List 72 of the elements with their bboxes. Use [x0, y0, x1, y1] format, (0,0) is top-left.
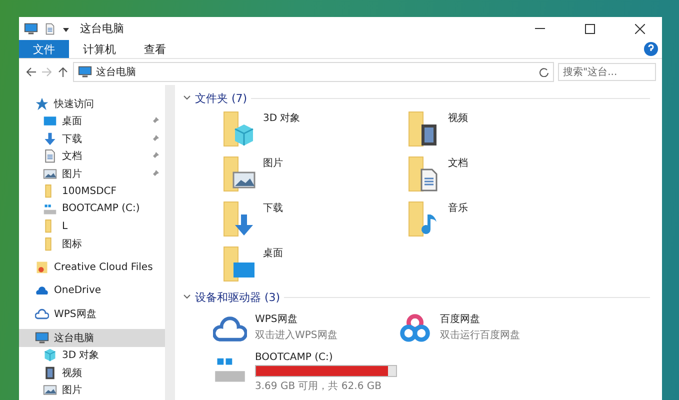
section-title[interactable]: 设备和驱动器 (3) [195, 290, 280, 304]
maximize-icon [585, 24, 595, 34]
device-description: 双击运行百度网盘 [440, 328, 520, 342]
pin-icon [151, 170, 159, 178]
document-icon [43, 149, 57, 164]
back-arrow-icon [25, 66, 37, 78]
desktop-icon [43, 114, 57, 128]
folder-icon [223, 111, 239, 147]
nav-item[interactable]: 3D 对象 [19, 346, 165, 364]
nav-item[interactable]: 视频 [19, 364, 165, 382]
folder-icon [408, 201, 424, 237]
nav-item[interactable]: 图片 [19, 382, 165, 399]
folder-name[interactable]: 下载 [263, 201, 283, 215]
device-description: 双击进入WPS网盘 [255, 328, 338, 342]
cube-icon [232, 123, 256, 147]
nav-item[interactable]: 快速访问 [19, 95, 165, 112]
cloud-icon [35, 307, 49, 322]
nav-item[interactable]: 下载 [19, 130, 165, 148]
device-name[interactable]: WPS网盘 [255, 312, 338, 326]
folder-name[interactable]: 视频 [448, 111, 468, 125]
close-icon [635, 24, 645, 34]
pin-icon [151, 117, 159, 126]
up-arrow-icon [57, 66, 69, 78]
device-name[interactable]: BOOTCAMP (C:) [255, 352, 397, 363]
nav-item[interactable]: OneDrive [19, 282, 165, 300]
folder-name[interactable]: 文档 [448, 156, 468, 170]
device-name[interactable]: 百度网盘 [440, 312, 520, 326]
pin-icon [151, 152, 159, 160]
device-description: 3.69 GB 可用，共 62.6 GB [255, 380, 382, 393]
folder-name[interactable]: 3D 对象 [263, 111, 300, 125]
folder-icon [408, 111, 424, 147]
nav-item[interactable]: 图片 [19, 165, 165, 182]
nav-item[interactable]: 桌面 [19, 112, 165, 130]
address-bar[interactable]: 这台电脑 [73, 62, 554, 82]
nav-item[interactable]: WPS网盘 [19, 306, 165, 323]
film-icon [43, 366, 57, 380]
nav-item[interactable]: 这台电脑 [19, 329, 165, 346]
forward-arrow-icon [41, 66, 53, 78]
nav-item[interactable]: BOOTCAMP (C:) [19, 200, 165, 218]
search-field[interactable]: 搜索"这台... [558, 63, 656, 81]
picture-icon [43, 383, 57, 398]
nav-item[interactable]: L [19, 218, 165, 235]
star-icon [35, 96, 49, 111]
folder-icon [408, 156, 424, 192]
ribbon-tab[interactable]: 查看 [130, 40, 180, 58]
section-title[interactable]: 文件夹 (7) [195, 90, 248, 106]
scrollbar[interactable] [165, 85, 175, 400]
computer-icon [35, 330, 49, 345]
cloud-folder-icon [35, 260, 49, 274]
window-title: 这台电脑 [80, 21, 125, 36]
nav-item[interactable]: 图标 [19, 235, 165, 252]
ribbon-tab[interactable]: 计算机 [69, 40, 130, 58]
nav-item[interactable]: 100MSDCF [19, 182, 165, 200]
cube-icon [43, 348, 57, 362]
help-icon [644, 42, 658, 56]
refresh-icon [539, 67, 549, 77]
download-icon [43, 132, 57, 146]
folder-name[interactable]: 音乐 [448, 201, 468, 215]
folder-icon [223, 201, 239, 237]
ribbon-tab[interactable]: 文件 [19, 40, 69, 58]
folder-name[interactable]: 图片 [263, 156, 283, 170]
drive-icon [43, 202, 57, 216]
folder-name[interactable]: 桌面 [263, 246, 283, 260]
computer-icon [24, 22, 38, 36]
nav-item[interactable]: 文档 [19, 148, 165, 165]
picture-icon [43, 166, 57, 181]
computer-icon [78, 65, 92, 79]
download-icon [232, 213, 256, 237]
document-icon [44, 22, 56, 34]
pin-icon [151, 134, 159, 143]
minimize-icon [535, 28, 545, 29]
nav-item[interactable]: Creative Cloud Files [19, 258, 165, 276]
